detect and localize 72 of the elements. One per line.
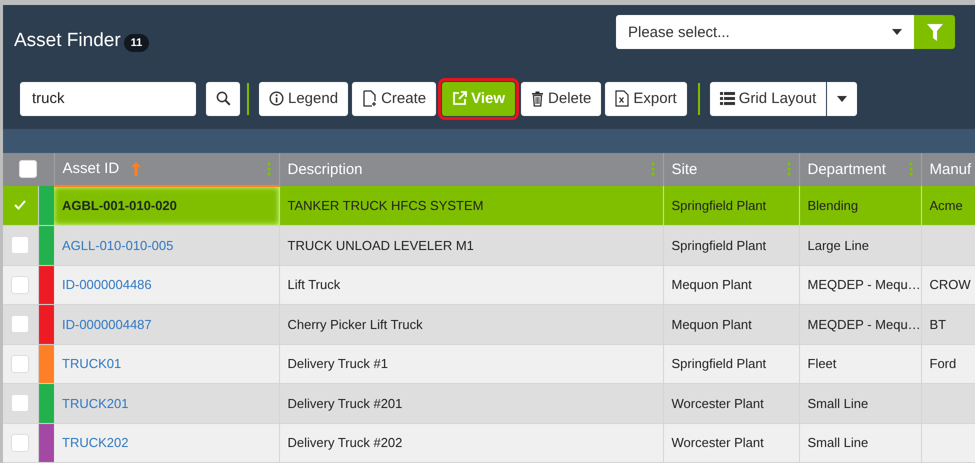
filter-icon <box>926 24 942 40</box>
page-title: Asset Finder <box>14 30 121 52</box>
table-cell: Cherry Picker Lift Truck <box>288 316 423 332</box>
info-icon <box>269 91 284 106</box>
table-cell: Delivery Truck #201 <box>288 396 402 411</box>
table-cell: Springfield Plant <box>672 356 766 372</box>
table-cell: Large Line <box>808 238 869 253</box>
column-menu-icon <box>650 162 654 176</box>
spreadsheet-file-icon <box>615 90 630 108</box>
column-header[interactable]: Description <box>279 152 663 186</box>
row-checkbox[interactable] <box>11 276 30 294</box>
asset-id-link[interactable]: TRUCK202 <box>62 435 128 450</box>
column-header[interactable]: Asset ID <box>54 152 279 186</box>
table-cell: Worcester Plant <box>672 396 764 411</box>
table-cell: Ford <box>930 356 956 372</box>
row-checkbox[interactable] <box>11 315 30 334</box>
filter-button[interactable] <box>914 15 955 49</box>
table-cell: BT <box>930 316 946 332</box>
search-field[interactable]: truck <box>20 82 196 116</box>
column-menu-icon <box>266 162 270 176</box>
table-cell: Delivery Truck #1 <box>288 356 388 372</box>
row-checkbox[interactable] <box>11 394 30 412</box>
search-button[interactable] <box>206 82 240 116</box>
new-document-icon <box>362 90 378 108</box>
delete-button[interactable]: Delete <box>521 82 602 116</box>
table-cell: CROW <box>930 277 971 292</box>
trash-icon <box>531 90 544 107</box>
count-badge: 11 <box>124 34 150 52</box>
list-icon <box>720 92 735 106</box>
table-cell: Acme <box>930 198 963 213</box>
select-dropdown[interactable]: Please select... <box>616 15 914 49</box>
caret-icon <box>892 29 902 35</box>
create-button[interactable]: Create <box>352 82 436 116</box>
sort-arrow-icon <box>131 162 142 176</box>
column-header[interactable]: Department <box>799 152 921 186</box>
table-cell: Mequon Plant <box>672 316 752 332</box>
table-cell: Small Line <box>808 435 868 450</box>
table-cell: Worcester Plant <box>672 435 764 450</box>
table-cell: Springfield Plant <box>672 238 766 253</box>
table-cell: Springfield Plant <box>672 198 766 213</box>
row-checkbox[interactable] <box>11 354 30 373</box>
table-cell: Lift Truck <box>288 277 340 292</box>
table-cell: Small Line <box>808 396 868 411</box>
table-cell: MEQDEP - Mequ… <box>808 316 921 332</box>
table-cell: TRUCK UNLOAD LEVELER M1 <box>288 238 474 253</box>
select-all-checkbox[interactable] <box>19 160 38 178</box>
table-cell: Blending <box>808 198 858 213</box>
asset-id-link[interactable]: ID-0000004487 <box>62 316 152 332</box>
caret-icon <box>837 96 848 102</box>
asset-id-link[interactable]: AGBL-001-010-020 <box>62 198 177 214</box>
table-cell: Fleet <box>808 356 836 372</box>
export-button[interactable]: Export <box>605 82 687 116</box>
search-icon <box>216 91 230 106</box>
row-checkbox[interactable] <box>11 236 30 254</box>
asset-id-link[interactable]: TRUCK201 <box>62 396 128 411</box>
asset-id-link[interactable]: AGLL-010-010-005 <box>62 238 174 253</box>
asset-id-link[interactable]: ID-0000004486 <box>62 277 152 292</box>
column-header[interactable]: Manuf <box>921 152 975 186</box>
legend-button[interactable]: Legend <box>259 82 348 116</box>
table-cell: Mequon Plant <box>672 277 752 292</box>
view-button[interactable]: View <box>442 82 516 116</box>
table-cell: Delivery Truck #202 <box>288 435 402 450</box>
row-checkbox[interactable] <box>11 434 30 452</box>
column-menu-icon <box>908 162 912 176</box>
table-cell: TANKER TRUCK HFCS SYSTEM <box>288 198 484 213</box>
grid-layout-button[interactable]: Grid Layout <box>710 82 828 116</box>
asset-id-link[interactable]: TRUCK01 <box>62 356 122 372</box>
column-menu-icon <box>786 162 790 176</box>
column-header[interactable]: Site <box>663 152 799 186</box>
dropdown-button[interactable] <box>827 82 858 116</box>
table-cell: MEQDEP - Mequ… <box>808 277 921 292</box>
external-link-icon <box>452 91 468 106</box>
